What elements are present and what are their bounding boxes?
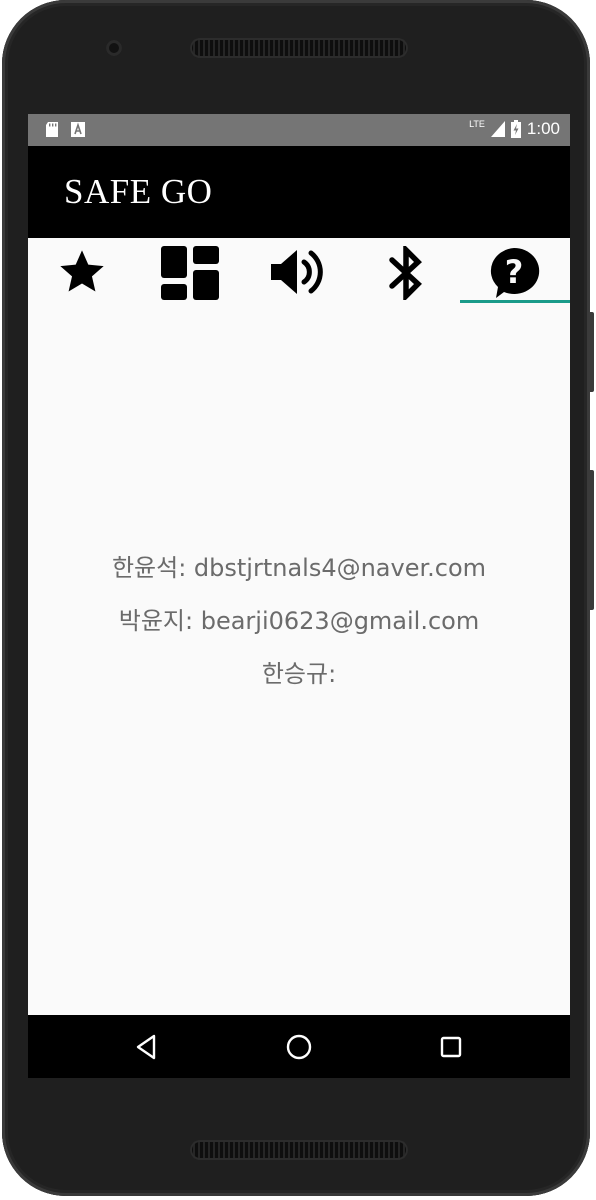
text-notification-icon <box>71 122 85 137</box>
star-icon <box>60 250 104 292</box>
battery-charging-icon <box>510 120 521 138</box>
tab-dashboard[interactable] <box>136 238 244 304</box>
navigation-bar <box>28 1015 570 1078</box>
tab-favorites[interactable] <box>28 238 136 304</box>
status-time: 1:00 <box>526 119 560 138</box>
contact-line: 한윤석: dbstjrtnals4@naver.com <box>111 554 487 582</box>
front-camera <box>106 40 122 56</box>
tab-bluetooth[interactable] <box>352 238 460 304</box>
home-button[interactable] <box>283 1031 315 1063</box>
screen: LTE 1:00 SAFE GO ? 한윤석: dbstjrtnals4@nav… <box>28 114 570 1078</box>
network-type-label: LTE <box>469 119 485 129</box>
top-speaker-grille <box>190 38 408 58</box>
sd-card-icon <box>46 122 58 137</box>
back-button[interactable] <box>130 1031 162 1063</box>
home-icon <box>286 1034 312 1060</box>
volume-side-button <box>588 312 594 392</box>
help-content: 한윤석: dbstjrtnals4@naver.com 박윤지: bearji0… <box>28 304 570 1015</box>
bottom-speaker-grille <box>190 1140 408 1160</box>
app-title: SAFE GO <box>64 172 213 211</box>
tab-bar: ? <box>28 238 570 304</box>
tab-sound[interactable] <box>244 238 352 304</box>
back-icon <box>136 1034 156 1060</box>
tab-help[interactable]: ? <box>460 238 570 304</box>
status-bar: LTE 1:00 <box>28 114 570 146</box>
recents-icon <box>440 1036 462 1058</box>
signal-icon <box>490 121 505 137</box>
power-side-button <box>588 470 594 610</box>
volume-icon <box>271 250 323 294</box>
bluetooth-icon <box>389 246 422 300</box>
help-icon: ? <box>490 247 540 298</box>
contact-line: 한승규: <box>261 660 337 688</box>
dashboard-icon <box>161 246 219 300</box>
phone-frame: LTE 1:00 SAFE GO ? 한윤석: dbstjrtnals4@nav… <box>2 0 594 1196</box>
contact-line: 박윤지: bearji0623@gmail.com <box>118 607 480 635</box>
recents-button[interactable] <box>435 1031 467 1063</box>
svg-text:?: ? <box>505 253 524 291</box>
app-toolbar: SAFE GO <box>28 146 570 238</box>
